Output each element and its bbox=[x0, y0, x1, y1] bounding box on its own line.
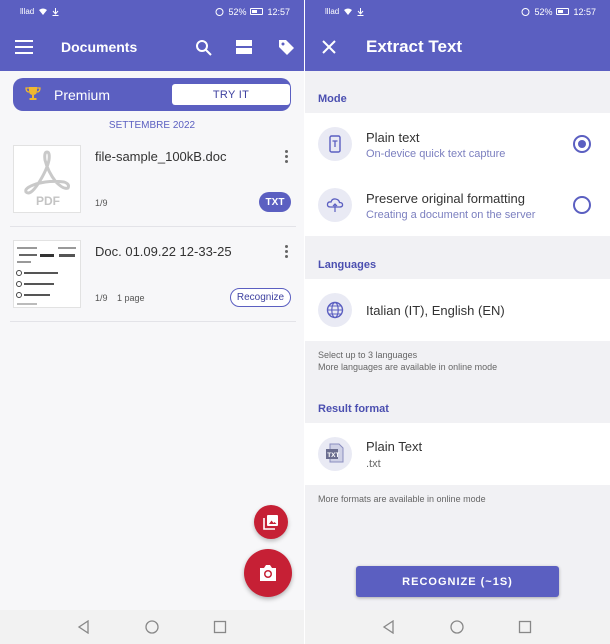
document-page-count: 1 page bbox=[117, 293, 145, 303]
svg-text:TXT: TXT bbox=[327, 452, 339, 459]
wifi-icon bbox=[344, 8, 353, 15]
gallery-import-button[interactable] bbox=[254, 505, 288, 539]
clock: 12:57 bbox=[573, 6, 596, 17]
document-name: Doc. 01.09.22 12-33-25 bbox=[95, 244, 232, 259]
format-hint: More formats are available in online mod… bbox=[318, 494, 486, 504]
recognize-button[interactable]: Recognize bbox=[230, 288, 291, 307]
option-title: Preserve original formatting bbox=[366, 191, 525, 206]
result-format-selector[interactable]: TXT Plain Text .txt bbox=[305, 423, 610, 485]
document-pages: 1/9 bbox=[95, 198, 108, 208]
clock: 12:57 bbox=[267, 6, 290, 17]
languages-section-label: Languages bbox=[318, 259, 377, 271]
premium-banner[interactable]: Premium TRY IT bbox=[13, 78, 291, 111]
close-icon[interactable] bbox=[317, 35, 341, 59]
mode-option-plain-text[interactable]: Plain text On-device quick text capture bbox=[305, 113, 610, 175]
premium-label: Premium bbox=[54, 87, 111, 103]
document-thumbnail bbox=[13, 240, 81, 308]
battery-icon bbox=[250, 8, 264, 15]
cloud-icon bbox=[318, 188, 352, 222]
mode-options-card: Plain text On-device quick text capture … bbox=[305, 113, 610, 236]
more-options-icon[interactable] bbox=[283, 245, 289, 258]
nav-back-icon[interactable] bbox=[382, 620, 396, 634]
app-bar: Extract Text bbox=[305, 23, 610, 71]
languages-hint-line: More languages are available in online m… bbox=[318, 362, 498, 372]
document-name: file-sample_100kB.doc bbox=[95, 149, 227, 164]
txt-file-icon: TXT bbox=[318, 437, 352, 471]
status-bar: lllad 52% 12:57 bbox=[305, 0, 610, 23]
nav-home-icon[interactable] bbox=[145, 620, 159, 634]
system-nav-bar bbox=[305, 610, 610, 644]
phone-text-icon bbox=[318, 127, 352, 161]
view-toggle-icon[interactable] bbox=[232, 35, 256, 59]
alarm-icon bbox=[215, 8, 224, 16]
camera-button[interactable] bbox=[244, 549, 292, 597]
recognize-button[interactable]: RECOGNIZE (~1S) bbox=[356, 566, 559, 597]
option-title: Plain text bbox=[366, 130, 420, 145]
status-bar: lllad 52% 12:57 bbox=[0, 0, 304, 23]
carrier-label: lllad bbox=[20, 7, 35, 16]
nav-recents-icon[interactable] bbox=[213, 620, 227, 634]
alarm-icon bbox=[521, 8, 530, 16]
download-icon bbox=[357, 7, 364, 16]
carrier-label: lllad bbox=[325, 7, 340, 16]
document-thumbnail: PDF bbox=[13, 145, 81, 213]
trophy-icon bbox=[25, 86, 41, 107]
tag-icon[interactable] bbox=[274, 35, 298, 59]
screenshot-thumbnail-icon bbox=[16, 247, 76, 305]
system-nav-bar bbox=[0, 610, 304, 644]
image-icon bbox=[263, 515, 278, 530]
option-subtitle: Creating a document on the server bbox=[366, 209, 536, 221]
page-title: Documents bbox=[61, 39, 138, 55]
battery-icon bbox=[556, 8, 570, 15]
search-icon[interactable] bbox=[191, 35, 215, 59]
format-extension: .txt bbox=[366, 458, 381, 470]
app-bar: Documents bbox=[0, 23, 304, 71]
document-pages: 1/9 bbox=[95, 293, 108, 303]
date-group-header: SETTEMBRE 2022 bbox=[108, 120, 196, 131]
page-title: Extract Text bbox=[366, 37, 463, 56]
languages-hint-line: Select up to 3 languages bbox=[318, 350, 418, 360]
try-it-button[interactable]: TRY IT bbox=[172, 84, 290, 105]
mode-option-preserve-formatting[interactable]: Preserve original formatting Creating a … bbox=[305, 175, 610, 236]
menu-icon[interactable] bbox=[12, 35, 36, 59]
more-options-icon[interactable] bbox=[283, 150, 289, 163]
option-subtitle: On-device quick text capture bbox=[366, 148, 506, 160]
divider bbox=[10, 226, 296, 227]
download-icon bbox=[52, 7, 59, 16]
mode-section-label: Mode bbox=[318, 93, 347, 105]
documents-screen: lllad 52% 12:57 Documents Premium TRY IT… bbox=[0, 0, 304, 644]
format-badge[interactable]: TXT bbox=[259, 192, 291, 212]
battery-percent: 52% bbox=[228, 6, 247, 17]
extract-text-screen: lllad 52% 12:57 Extract Text Mode Plain … bbox=[305, 0, 610, 644]
result-format-section-label: Result format bbox=[318, 403, 389, 415]
nav-recents-icon[interactable] bbox=[518, 620, 532, 634]
nav-back-icon[interactable] bbox=[77, 620, 91, 634]
camera-icon bbox=[260, 565, 276, 581]
selected-languages: Italian (IT), English (EN) bbox=[366, 303, 505, 318]
divider bbox=[10, 321, 296, 322]
format-title: Plain Text bbox=[366, 439, 423, 454]
languages-selector[interactable]: Italian (IT), English (EN) bbox=[305, 279, 610, 341]
globe-icon bbox=[318, 293, 352, 327]
languages-hint: Select up to 3 languages More languages … bbox=[318, 349, 497, 373]
radio-unselected[interactable] bbox=[573, 196, 591, 214]
battery-percent: 52% bbox=[534, 6, 553, 17]
radio-selected[interactable] bbox=[573, 135, 591, 153]
wifi-icon bbox=[39, 8, 48, 15]
nav-home-icon[interactable] bbox=[450, 620, 464, 634]
thumbnail-label: PDF bbox=[36, 194, 60, 208]
